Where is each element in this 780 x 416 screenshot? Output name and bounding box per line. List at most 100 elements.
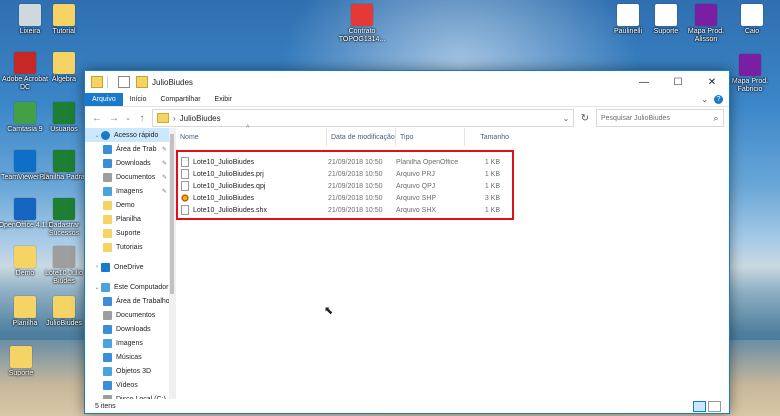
title-bar[interactable]: JulioBiudes — ☐ ✕ [85,71,729,93]
details-view-icon[interactable] [693,400,706,412]
sidebar-item[interactable]: ⌄ Este Computador [85,280,175,294]
sidebar-item-label: Área de Trab [116,145,157,153]
sidebar-item[interactable]: Vídeos [85,378,175,392]
sidebar-item-label: Documentos [116,311,156,319]
desktop-app-icon [617,4,639,26]
back-arrow-icon[interactable]: ← [90,113,104,124]
search-icon[interactable]: ⌕ [709,113,723,124]
desktop-app-icon [14,102,36,124]
file-size: 1 KB [484,170,500,178]
sidebar-item[interactable]: Documentos ✎ [85,170,175,184]
desktop-app-icon [14,198,36,220]
large-icons-view-icon[interactable] [708,400,721,412]
folder-icon [91,76,103,88]
sidebar-item[interactable]: ⌄ Acesso rápido [85,128,175,142]
tab-arquivo[interactable]: Arquivo [85,93,123,106]
desktop-app-icon [351,4,373,26]
desktop-icon[interactable]: Suporte [0,346,49,378]
address-bar[interactable]: › JulioBiudes ⌄ [152,109,574,127]
window-controls: — ☐ ✕ [627,71,729,93]
forward-arrow-icon[interactable]: → [107,113,121,124]
sort-up-icon: ^ [246,125,250,132]
sidebar-item[interactable]: Disco Local (C:) [85,392,175,399]
sidebar-item[interactable]: Documentos [85,308,175,322]
expand-ribbon-icon[interactable]: ⌄ [701,95,708,104]
tab-compartilhar[interactable]: Compartilhar [153,93,207,106]
file-size: 3 KB [484,194,500,202]
column-date[interactable]: Data de modificação [327,128,396,146]
file-date: 21/09/2018 10:50 [328,182,383,190]
maximize-button[interactable]: ☐ [661,71,695,93]
help-icon[interactable]: ? [714,95,723,104]
sidebar-item[interactable]: Downloads ✎ [85,156,175,170]
tab-inicio[interactable]: Início [123,93,154,106]
file-type: Arquivo SHP [396,194,437,202]
chevron-down-icon[interactable]: ⌄ [93,284,101,291]
file-row[interactable]: Lote10_JulioBiudes.prj 21/09/2018 10:50 Ar… [178,168,512,180]
sidebar-item-label: Imagens [116,339,143,347]
desktop-icon[interactable]: Contrato TOPOG1314... [334,4,390,44]
desktop-icon[interactable]: Caio [724,4,780,36]
sidebar-item[interactable]: Planilha [85,212,175,226]
sidebar-item[interactable]: Objetos 3D [85,364,175,378]
file-row[interactable]: Lote10_JulioBiudes 21/09/2018 10:50 Planil… [178,156,512,168]
sidebar-item[interactable]: Imagens [85,336,175,350]
breadcrumb-juliobiudes[interactable]: JulioBiudes [180,114,221,123]
documents-icon [103,310,112,320]
desktop-app-icon [14,246,36,268]
file-date: 21/09/2018 10:50 [328,206,383,214]
mouse-cursor-icon: ⬉ [324,305,334,317]
file-row[interactable]: Lote10_JulioBiudes.qpj 21/09/2018 10:50 Ar… [178,180,512,192]
sidebar-item-label: OneDrive [114,263,144,271]
sidebar-item-label: Acesso rápido [114,131,159,139]
desktop-app-icon [14,296,36,318]
videos-icon [103,380,112,390]
sidebar-item[interactable]: Demo [85,198,175,212]
sidebar-item[interactable]: Área de Trab ✎ [85,142,175,156]
sidebar-item[interactable]: Tutoriais [85,240,175,254]
up-arrow-icon[interactable]: ↑ [135,113,149,124]
column-type[interactable]: Tipo [396,128,465,146]
chevron-down-icon[interactable]: ⌄ [93,132,101,139]
navigation-pane: ⌄ Acesso rápido Área de Trab ✎ Downloads ✎ Doc… [85,128,176,399]
sidebar-item[interactable]: Suporte [85,226,175,240]
desktop-app-icon [53,52,75,74]
sidebar-item-label: Planilha [116,215,141,223]
sidebar-item[interactable]: Músicas [85,350,175,364]
new-folder-icon[interactable] [136,76,148,88]
desktop-icon[interactable]: Tutorial [36,4,92,36]
refresh-icon[interactable]: ↻ [577,113,593,124]
file-row[interactable]: Lote10_JulioBiudes 21/09/2018 10:50 Arquiv… [178,192,512,204]
search-input[interactable]: Pesquisar JulioBiudes ⌕ [596,109,724,127]
properties-icon[interactable] [118,76,130,88]
file-list: ^ Nome Data de modificação Tipo Tamanho … [176,125,729,399]
column-name[interactable]: Nome [176,128,327,146]
star-icon [101,130,110,140]
explorer-window: JulioBiudes — ☐ ✕ Arquivo Início Compart… [84,70,730,414]
ribbon-tabs: Arquivo Início Compartilhar Exibir ⌄ ? [85,93,729,107]
chevron-right-icon[interactable]: › [93,264,101,270]
sidebar-item[interactable]: Downloads [85,322,175,336]
desktop-icon[interactable]: Mapa Prod. Fabricio [722,54,778,94]
download-icon [103,324,112,334]
tab-exibir[interactable]: Exibir [208,93,240,106]
column-size[interactable]: Tamanho [465,128,513,146]
scrollbar-thumb[interactable] [170,134,174,294]
desktop-icon-label: Suporte [8,370,34,377]
file-name-cell: Lote10_JulioBiudes.qpj [178,181,324,191]
desktop-app-icon [53,150,75,172]
desktop-icon [103,296,112,306]
images-icon [103,338,112,348]
close-button[interactable]: ✕ [695,71,729,93]
file-date: 21/09/2018 10:50 [328,170,383,178]
file-icon [181,181,189,191]
sidebar-item[interactable]: Imagens ✎ [85,184,175,198]
file-row[interactable]: Lote10_JulioBiudes.shx 21/09/2018 10:50 Ar… [178,204,512,216]
sidebar-item[interactable]: › OneDrive [85,260,175,274]
onedrive-icon [101,262,110,272]
minimize-button[interactable]: — [627,71,661,93]
sidebar-scrollbar[interactable] [169,128,175,399]
chevron-down-icon[interactable]: ⌄ [559,114,573,123]
sidebar-item[interactable]: Área de Trabalho [85,294,175,308]
recent-dropdown-icon[interactable]: ⌄ [124,114,132,122]
